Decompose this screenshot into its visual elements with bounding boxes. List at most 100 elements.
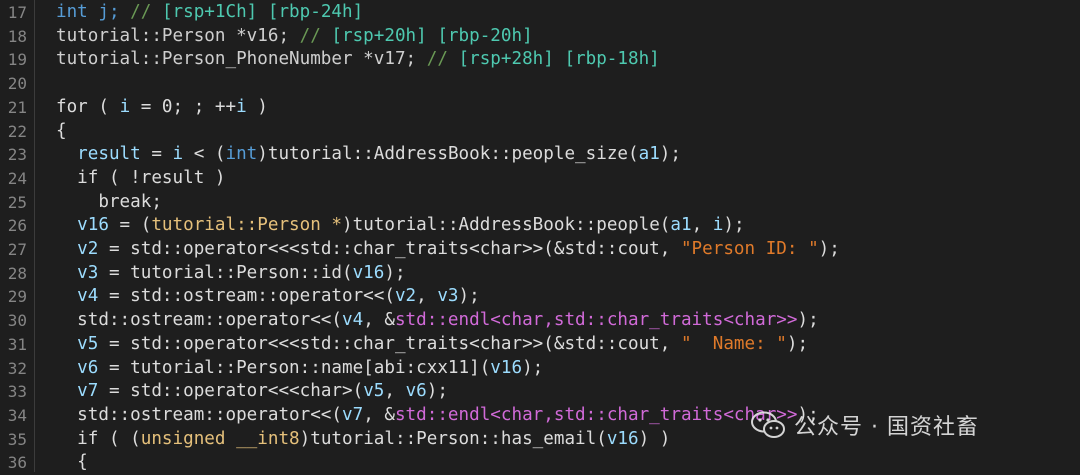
line-number: 34 (7, 405, 27, 425)
line-number: 18 (7, 26, 27, 46)
line-number: 31 (7, 334, 27, 354)
code-token: v16 (56, 215, 109, 236)
code-token: // (130, 2, 162, 22)
code-token: ); (797, 310, 819, 331)
code-text: v5 = std::operator<<<std::char_traits<ch… (56, 333, 808, 357)
code-text: v7 = std::operator<<<char>(v5, v6); (56, 380, 448, 404)
code-token: [rsp+20h] [rbp-20h] (331, 25, 533, 46)
code-token: = std::operator<<<char>( (98, 381, 364, 402)
line-number: 33 (7, 382, 27, 402)
code-token: ); (659, 144, 681, 165)
code-token: std::ostream::operator<<( (56, 310, 342, 331)
code-token: a1 (638, 144, 660, 165)
code-token: { (56, 120, 67, 141)
line-number: 24 (7, 168, 27, 188)
code-token: [rsp+1Ch] [rbp-24h] (161, 2, 364, 22)
code-token: i (236, 96, 247, 117)
watermark: 公众号 · 国资社畜 (750, 405, 979, 445)
code-token: , (691, 215, 713, 236)
code-token: v6 (405, 381, 427, 402)
code-token: v7 (56, 381, 99, 402)
code-token: tutorial::Person_PhoneNumber *v17; (56, 49, 427, 70)
code-editor[interactable]: 17 int j; // [rsp+1Ch] [rbp-24h] 18 tutoria… (0, 0, 1080, 472)
line-number: 26 (7, 216, 27, 236)
code-token: )tutorial::Person::has_email( (299, 428, 607, 449)
code-token: ); (384, 262, 406, 283)
code-token: v5 (363, 381, 385, 402)
code-token: ); (426, 381, 448, 402)
code-token: = std::operator<<<std::char_traits<char>… (98, 239, 681, 259)
code-token: = tutorial::Person::name[abi:cxx11]( (98, 357, 491, 378)
code-text: int j; // [rsp+1Ch] [rbp-24h] (56, 1, 363, 25)
line-number: 17 (7, 3, 27, 22)
code-token: a1 (670, 215, 692, 236)
gutter-divider (34, 0, 35, 472)
code-text: break; (56, 191, 162, 215)
code-token: v16 (606, 428, 639, 449)
code-token: )tutorial::AddressBook::people_size( (257, 144, 639, 165)
code-token: = (140, 144, 173, 165)
code-text: v16 = (tutorial::Person *)tutorial::Addr… (56, 214, 744, 238)
code-token: "Person ID: " (680, 239, 819, 259)
code-text: v2 = std::operator<<<std::char_traits<ch… (56, 238, 840, 262)
code-token: int j; (56, 2, 131, 22)
line-number: 30 (7, 311, 27, 331)
code-token: )tutorial::AddressBook::people( (342, 215, 671, 236)
line-number: 28 (7, 263, 27, 283)
code-token: tutorial::Person *v16; (56, 25, 300, 46)
code-token: = tutorial::Person::id( (98, 262, 353, 283)
line-number: 20 (7, 74, 27, 94)
line-number: 32 (7, 358, 27, 378)
code-text: for ( i = 0; ; ++i ) (56, 96, 268, 120)
code-token: tutorial::Person * (151, 215, 343, 236)
code-token: if ( !result ) (56, 167, 226, 188)
code-token: for ( (56, 96, 120, 117)
code-token: v3 (437, 286, 459, 307)
code-token: = ( (108, 215, 152, 236)
code-token: < ( (183, 144, 226, 165)
code-text: v3 = tutorial::Person::id(v16); (56, 262, 406, 286)
code-text: tutorial::Person_PhoneNumber *v17; // [r… (56, 48, 660, 72)
watermark-text: 公众号 · 国资社畜 (794, 415, 979, 440)
code-token: ) ) (638, 428, 671, 449)
code-token: int (225, 144, 258, 165)
code-token: i (119, 96, 131, 117)
code-token: std::endl<char,std::char_traits<char>> (394, 310, 798, 331)
code-text: if ( !result ) (56, 167, 225, 191)
code-token: i (712, 215, 724, 236)
code-token: = 0; ; ++ (130, 96, 237, 117)
code-text: if ( (unsigned __int8)tutorial::Person::… (56, 428, 670, 452)
code-text: v4 = std::ostream::operator<<(v2, v3); (56, 285, 480, 309)
line-number: 27 (7, 240, 27, 259)
code-token: , (416, 286, 438, 307)
code-token: = std::operator<<<std::char_traits<char>… (98, 333, 681, 354)
code-text: v6 = tutorial::Person::name[abi:cxx11](v… (56, 357, 543, 381)
code-text: std::ostream::operator<<(v4, &std::endl<… (56, 309, 819, 333)
code-token: , (384, 381, 406, 402)
code-token: unsigned __int8 (140, 428, 300, 449)
code-token: // (426, 49, 459, 70)
code-token: = std::ostream::operator<<( (98, 286, 395, 307)
wechat-icon (751, 411, 785, 438)
line-number: 19 (7, 50, 27, 70)
code-token: v2 (394, 286, 417, 307)
code-token: " Name: " (680, 333, 787, 354)
code-token: ); (522, 357, 544, 378)
code-token: break; (56, 191, 162, 212)
code-token: , & (363, 310, 395, 331)
code-token: v16 (352, 262, 385, 283)
code-token: ); (818, 239, 840, 259)
line-number: 21 (7, 97, 27, 117)
code-token: ) (246, 96, 268, 117)
code-token: v2 (56, 239, 99, 259)
code-token: v7 (342, 404, 364, 425)
code-token: ); (458, 286, 480, 307)
code-text: { (56, 120, 67, 144)
code-token: v6 (56, 357, 99, 378)
line-number: 22 (7, 121, 27, 141)
code-token: std::endl<char,std::char_traits<char>> (394, 404, 798, 425)
line-number: 29 (7, 287, 27, 307)
line-number: 36 (7, 453, 27, 473)
code-token: // (299, 25, 332, 46)
code-token: ); (786, 333, 809, 354)
